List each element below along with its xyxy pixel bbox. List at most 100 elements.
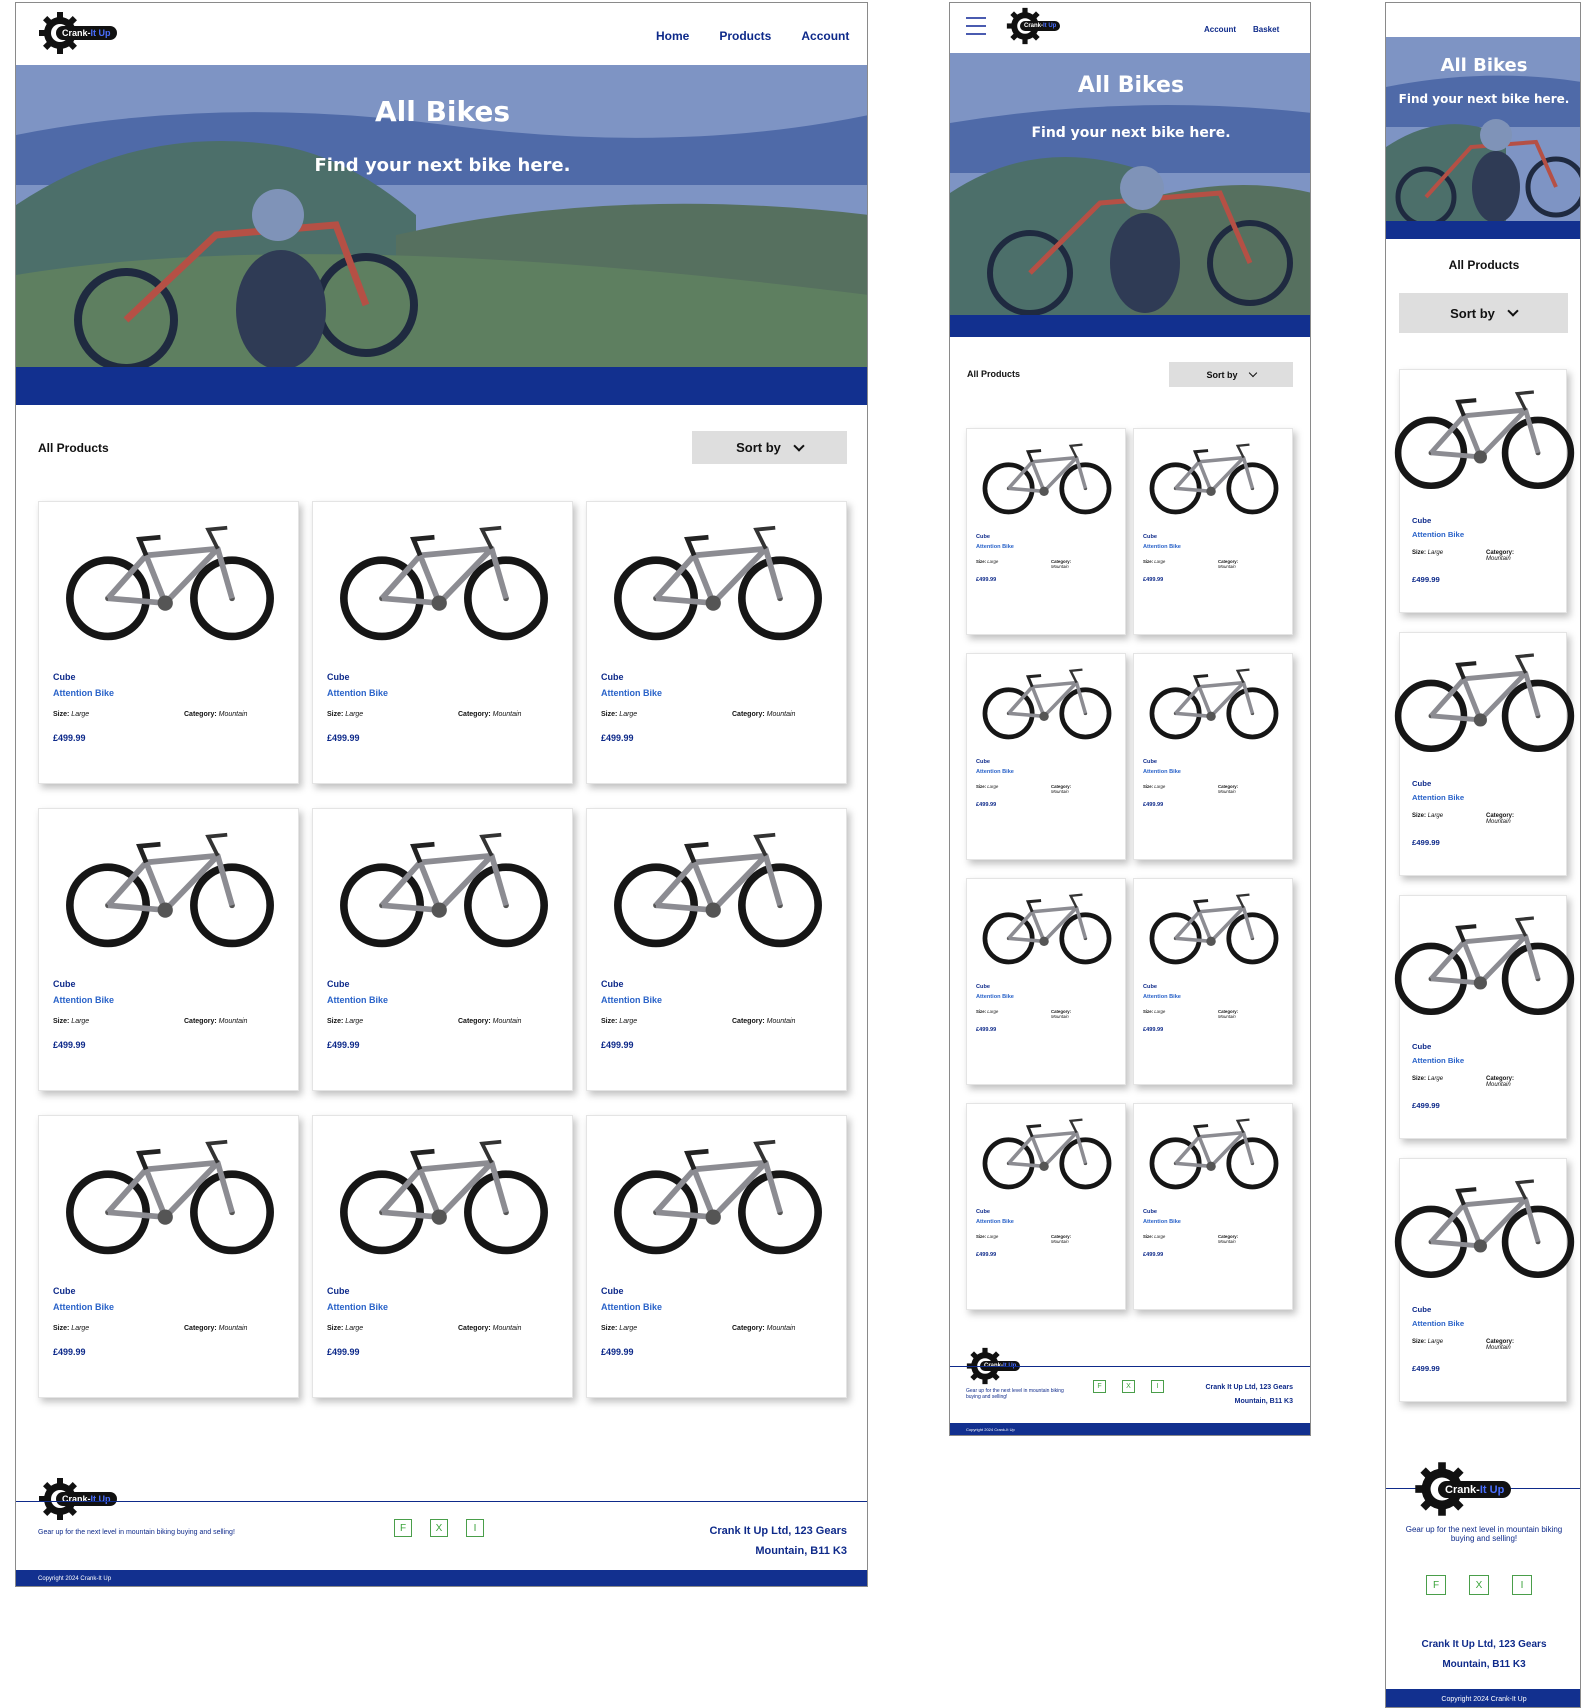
size-label: Size:: [976, 1234, 987, 1239]
sort-label: Sort by: [736, 440, 781, 455]
product-price: £499.99: [976, 1251, 997, 1258]
chevron-down-icon: [1507, 305, 1519, 317]
size-value: Large: [345, 1018, 364, 1025]
nav-account[interactable]: Account: [1204, 25, 1236, 34]
product-card[interactable]: Cube Attention Bike Size: Large Category: M…: [38, 501, 299, 784]
size-label: Size:: [1143, 784, 1154, 789]
bike-image-wrap: [613, 1136, 823, 1265]
product-brand: Cube: [327, 1286, 350, 1296]
logo-text: Crank-: [62, 1494, 91, 1504]
chevron-down-icon: [1248, 368, 1257, 378]
nav-products[interactable]: Products: [719, 29, 771, 43]
product-brand: Cube: [601, 1286, 624, 1296]
site-logo[interactable]: Crank- It Up: [38, 11, 130, 59]
hero-banner: All Bikes Find your next bike here.: [950, 53, 1310, 315]
product-card[interactable]: Cube Attention Bike Size: Large Category: Mo…: [1394, 632, 1575, 876]
category-value: Mountain: [1218, 1239, 1236, 1244]
product-card[interactable]: Cube Attention Bike Size: Large Category: Mo…: [1394, 1158, 1575, 1402]
category-value: Mountain: [1486, 1345, 1511, 1351]
facebook-link[interactable]: F: [1093, 1380, 1106, 1393]
product-card[interactable]: Cube Attention Bike Size: Large Category: Mo…: [1394, 369, 1575, 613]
x-link[interactable]: X: [430, 1519, 448, 1537]
facebook-link[interactable]: F: [1426, 1575, 1446, 1595]
hero-subtitle: Find your next bike here.: [1031, 125, 1231, 141]
product-brand: Cube: [976, 534, 990, 540]
size-value: Large: [619, 1018, 638, 1025]
x-link[interactable]: X: [1469, 1575, 1489, 1595]
site-logo[interactable]: Crank- It Up: [1006, 7, 1076, 47]
product-size: Size: Large: [1412, 1339, 1443, 1345]
product-card[interactable]: Cube Attention Bike Size: Large Category: M…: [586, 1115, 847, 1398]
section-title: All Products: [1448, 258, 1520, 272]
product-category: Category: Mountain: [458, 1018, 521, 1025]
product-price: £499.99: [327, 1347, 360, 1357]
product-brand: Cube: [53, 979, 76, 989]
product-card[interactable]: Cube Attention Bike Size: Large Category: M…: [586, 501, 847, 784]
product-card[interactable]: Cube Attention Bike Size: Large Category: Mo…: [966, 878, 1126, 1085]
social-links: F X I: [394, 1519, 484, 1537]
instagram-link[interactable]: I: [1512, 1575, 1532, 1595]
product-card[interactable]: Cube Attention Bike Size: Large Category: Mo…: [966, 1103, 1126, 1310]
product-card[interactable]: Cube Attention Bike Size: Large Category: Mo…: [966, 653, 1126, 860]
bike-image: [66, 1139, 274, 1255]
product-model: Attention Bike: [601, 688, 663, 698]
product-category: Category: Mountain: [732, 711, 795, 718]
size-value: Large: [1154, 1009, 1166, 1014]
size-value: Large: [1154, 559, 1166, 564]
product-card[interactable]: Cube Attention Bike Size: Large Category: Mo…: [1394, 895, 1575, 1139]
product-model: Attention Bike: [1412, 1319, 1465, 1328]
sort-button[interactable]: Sort by: [692, 431, 847, 464]
product-card[interactable]: Cube Attention Bike Size: Large Category: M…: [312, 1115, 573, 1398]
product-price: £499.99: [1143, 1251, 1164, 1258]
product-card[interactable]: Cube Attention Bike Size: Large Category: M…: [38, 808, 299, 1091]
sort-button[interactable]: Sort by: [1399, 293, 1568, 333]
product-size: Size: Large: [601, 1325, 637, 1332]
product-brand: Cube: [1143, 1209, 1157, 1215]
bike-image-wrap: [1394, 1176, 1575, 1288]
product-category: Category: Mountain: [1218, 1234, 1255, 1244]
nav-basket[interactable]: Basket: [1253, 25, 1279, 34]
product-size: Size: Large: [1412, 550, 1443, 556]
product-category: Category: Mountain: [184, 1018, 247, 1025]
bike-image-wrap: [339, 1136, 549, 1265]
nav-home[interactable]: Home: [656, 29, 689, 43]
product-size: Size: Large: [601, 711, 637, 718]
product-size: Size: Large: [327, 1018, 363, 1025]
footer-logo: Crank-It Up: [966, 1347, 1036, 1387]
hero-title: All Bikes: [1440, 55, 1528, 76]
bike-image: [614, 1139, 822, 1255]
size-label: Size:: [601, 711, 618, 718]
hero-title: All Bikes: [374, 95, 511, 128]
product-card[interactable]: Cube Attention Bike Size: Large Category: Mo…: [1133, 428, 1293, 635]
product-card[interactable]: Cube Attention Bike Size: Large Category: Mo…: [1133, 878, 1293, 1085]
product-model: Attention Bike: [53, 1302, 115, 1312]
nav-account[interactable]: Account: [801, 29, 849, 43]
product-model: Attention Bike: [976, 769, 1014, 775]
hero-banner: All Bikes Find your next bike here.: [16, 65, 867, 367]
product-category: Category: Mountain: [1218, 1009, 1255, 1019]
product-card[interactable]: Cube Attention Bike Size: Large Category: M…: [38, 1115, 299, 1398]
sort-button[interactable]: Sort by: [1169, 362, 1293, 387]
logo-text: Crank-: [1024, 23, 1044, 29]
product-category: Category: Mountain: [458, 711, 521, 718]
product-card[interactable]: Cube Attention Bike Size: Large Category: M…: [586, 808, 847, 1091]
product-category: Category: Mountain: [1486, 1339, 1538, 1351]
category-value: Mountain: [1051, 1014, 1069, 1019]
product-size: Size: Large: [327, 1325, 363, 1332]
instagram-link[interactable]: I: [466, 1519, 484, 1537]
product-card[interactable]: Cube Attention Bike Size: Large Category: M…: [312, 501, 573, 784]
size-label: Size:: [1412, 550, 1427, 556]
product-card[interactable]: Cube Attention Bike Size: Large Category: M…: [312, 808, 573, 1091]
product-brand: Cube: [976, 1209, 990, 1215]
size-label: Size:: [1143, 559, 1154, 564]
facebook-link[interactable]: F: [394, 1519, 412, 1537]
hamburger-menu-icon[interactable]: [966, 17, 986, 35]
product-card[interactable]: Cube Attention Bike Size: Large Category: Mo…: [1133, 653, 1293, 860]
product-card[interactable]: Cube Attention Bike Size: Large Category: Mo…: [1133, 1103, 1293, 1310]
product-card[interactable]: Cube Attention Bike Size: Large Category: Mo…: [966, 428, 1126, 635]
product-price: £499.99: [976, 801, 997, 808]
product-category: Category: Mountain: [1486, 1076, 1538, 1088]
product-category: Category: Mountain: [1051, 1234, 1088, 1244]
logo-text: Crank-: [62, 28, 91, 38]
category-value: Mountain: [1218, 1014, 1236, 1019]
